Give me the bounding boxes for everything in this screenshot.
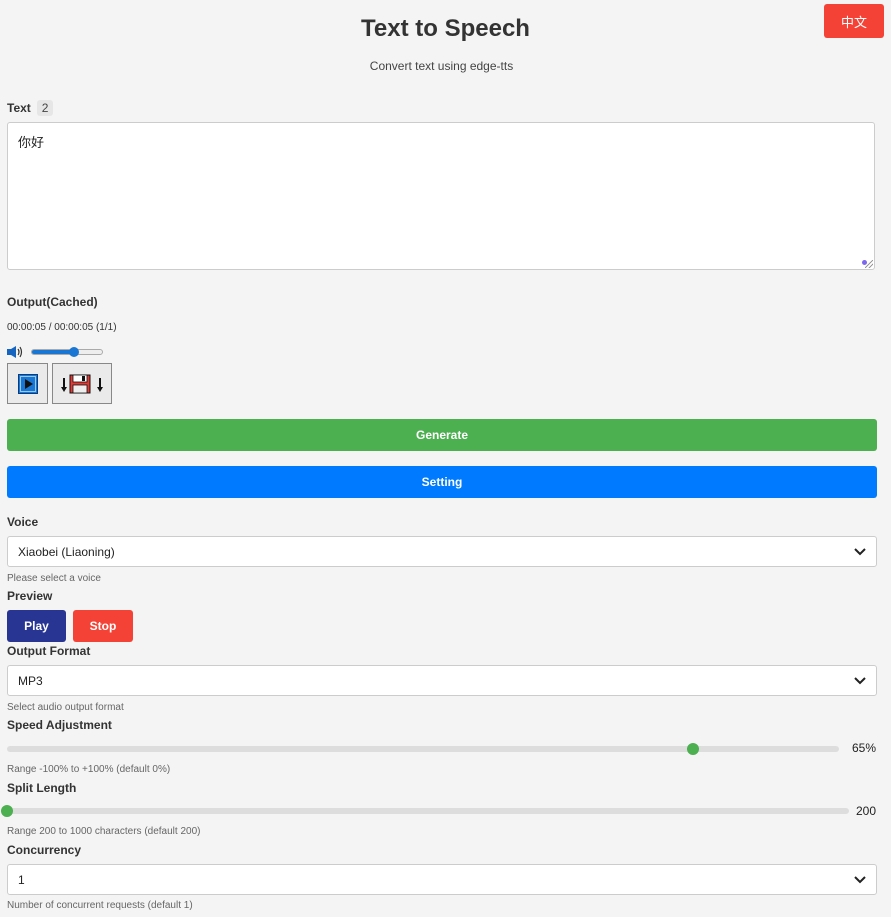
character-count-badge: 2 — [36, 100, 54, 116]
voice-select[interactable]: Xiaobei (Liaoning) — [7, 536, 877, 567]
speed-value: 65% — [852, 741, 877, 755]
output-format-selected-value: MP3 — [18, 673, 43, 688]
output-download-button[interactable] — [52, 363, 112, 404]
concurrency-select[interactable]: 1 — [7, 864, 877, 895]
output-play-button[interactable] — [7, 363, 48, 404]
text-label: Text — [7, 101, 31, 115]
text-input-value: 你好 — [18, 136, 45, 151]
split-length-slider[interactable] — [1, 805, 849, 817]
preview-play-button[interactable]: Play — [7, 610, 66, 642]
text-label-row: Text 2 — [7, 100, 54, 116]
split-length-label: Split Length — [7, 781, 77, 795]
page-subtitle: Convert text using edge-tts — [369, 59, 514, 73]
concurrency-hint: Number of concurrent requests (default 1… — [7, 900, 193, 911]
resize-handle[interactable] — [865, 260, 873, 268]
output-label: Output(Cached) — [7, 295, 98, 309]
generate-button[interactable]: Generate — [7, 419, 877, 451]
chevron-down-icon — [854, 676, 866, 684]
speed-label: Speed Adjustment — [7, 718, 112, 732]
chevron-down-icon — [854, 547, 866, 555]
speaker-icon[interactable] — [7, 346, 23, 358]
voice-hint: Please select a voice — [7, 573, 101, 584]
volume-thumb[interactable] — [69, 347, 79, 357]
voice-label: Voice — [7, 515, 39, 529]
speed-hint: Range -100% to +100% (default 0%) — [7, 764, 171, 775]
chevron-down-icon — [854, 875, 866, 883]
page-title: Text to Speech — [361, 15, 530, 42]
concurrency-label: Concurrency — [7, 843, 82, 857]
preview-label: Preview — [7, 589, 53, 603]
speed-slider-thumb[interactable] — [687, 743, 700, 755]
volume-fill — [32, 350, 74, 354]
playback-time: 00:00:05 / 00:00:05 (1/1) — [7, 322, 117, 333]
preview-stop-button[interactable]: Stop — [73, 610, 133, 642]
voice-selected-value: Xiaobei (Liaoning) — [18, 544, 115, 559]
setting-button[interactable]: Setting — [7, 466, 877, 498]
language-toggle-button[interactable]: 中文 — [824, 4, 884, 38]
text-input[interactable]: 你好 — [7, 122, 875, 270]
play-icon — [17, 373, 38, 394]
save-download-icon — [61, 374, 103, 393]
volume-control — [7, 346, 103, 358]
split-length-value: 200 — [856, 804, 877, 818]
volume-slider[interactable] — [31, 347, 103, 357]
output-format-hint: Select audio output format — [7, 702, 124, 713]
speed-slider[interactable] — [7, 743, 839, 755]
output-format-select[interactable]: MP3 — [7, 665, 877, 696]
split-length-hint: Range 200 to 1000 characters (default 20… — [7, 826, 201, 837]
output-format-label: Output Format — [7, 644, 91, 658]
split-length-slider-thumb[interactable] — [1, 805, 13, 817]
concurrency-selected-value: 1 — [18, 872, 25, 887]
